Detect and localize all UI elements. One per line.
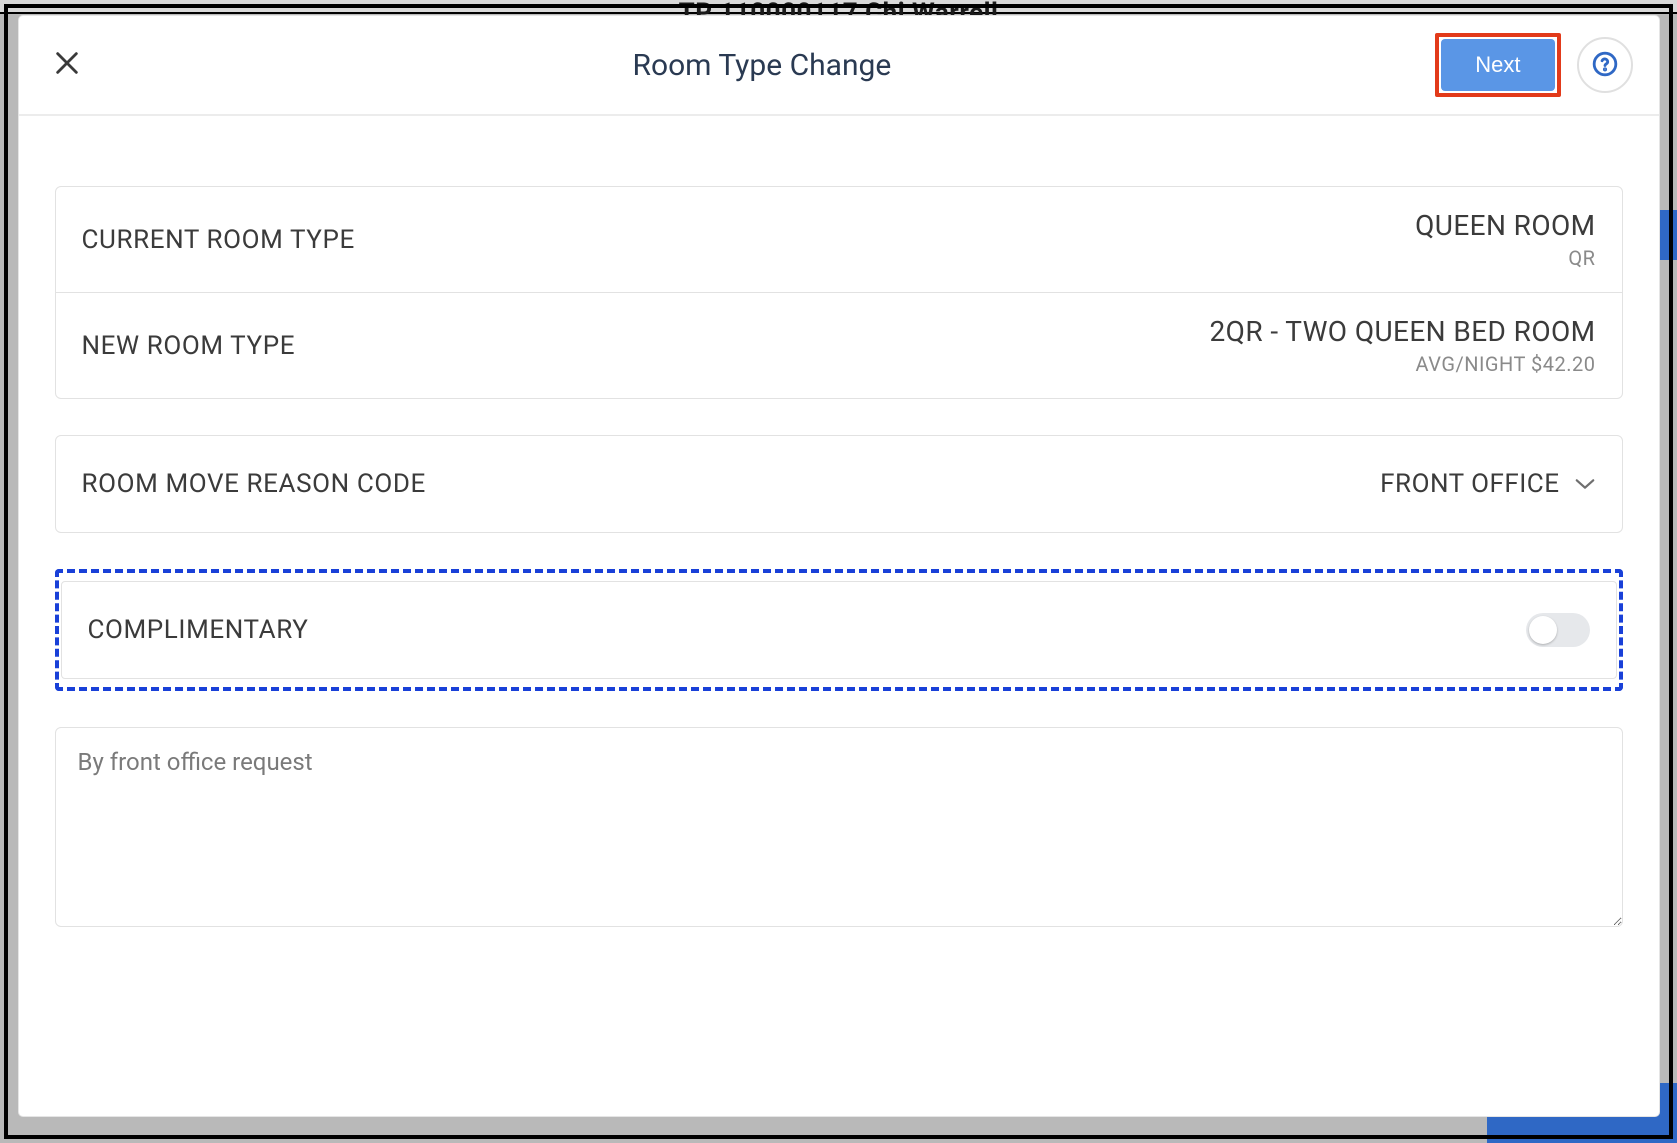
reason-code-selected: FRONT OFFICE xyxy=(1380,469,1559,499)
chevron-down-icon xyxy=(1574,473,1596,495)
notes-textarea[interactable] xyxy=(55,727,1623,927)
new-room-type-label: NEW ROOM TYPE xyxy=(82,331,296,361)
complimentary-row: COMPLIMENTARY xyxy=(62,582,1616,678)
room-type-change-modal: Room Type Change Next CURRENT ROOM TYPE … xyxy=(19,16,1659,1116)
close-icon xyxy=(53,44,81,86)
room-type-group: CURRENT ROOM TYPE QUEEN ROOM QR NEW ROOM… xyxy=(55,186,1623,399)
complimentary-highlight: COMPLIMENTARY xyxy=(55,569,1623,691)
new-room-type-rate: AVG/NIGHT $42.20 xyxy=(1210,352,1596,376)
complimentary-label: COMPLIMENTARY xyxy=(88,615,309,645)
modal-header: Room Type Change Next xyxy=(19,16,1659,116)
reason-code-label: ROOM MOVE REASON CODE xyxy=(82,469,426,499)
current-room-type-code: QR xyxy=(1415,246,1595,270)
modal-body: CURRENT ROOM TYPE QUEEN ROOM QR NEW ROOM… xyxy=(19,116,1659,971)
complimentary-toggle[interactable] xyxy=(1526,613,1590,647)
current-room-type-value: QUEEN ROOM QR xyxy=(1415,209,1595,270)
backdrop-accent xyxy=(1659,210,1677,260)
reason-code-value-wrap: FRONT OFFICE xyxy=(1380,469,1595,499)
new-room-type-row[interactable]: NEW ROOM TYPE 2QR - TWO QUEEN BED ROOM A… xyxy=(56,292,1622,398)
current-room-type-label: CURRENT ROOM TYPE xyxy=(82,225,355,255)
reason-code-select[interactable]: ROOM MOVE REASON CODE FRONT OFFICE xyxy=(56,436,1622,532)
reason-code-group: ROOM MOVE REASON CODE FRONT OFFICE xyxy=(55,435,1623,533)
header-actions: Next xyxy=(1435,33,1632,97)
complimentary-group: COMPLIMENTARY xyxy=(61,581,1617,679)
toggle-knob xyxy=(1529,616,1557,644)
help-button[interactable] xyxy=(1577,37,1633,93)
next-button[interactable]: Next xyxy=(1441,39,1554,91)
close-button[interactable] xyxy=(45,43,89,87)
help-icon xyxy=(1592,51,1618,80)
current-room-type-row: CURRENT ROOM TYPE QUEEN ROOM QR xyxy=(56,187,1622,292)
current-room-type-name: QUEEN ROOM xyxy=(1415,209,1595,242)
new-room-type-name: 2QR - TWO QUEEN BED ROOM xyxy=(1210,315,1596,348)
next-button-highlight: Next xyxy=(1435,33,1560,97)
modal-title: Room Type Change xyxy=(89,48,1436,83)
new-room-type-value: 2QR - TWO QUEEN BED ROOM AVG/NIGHT $42.2… xyxy=(1210,315,1596,376)
